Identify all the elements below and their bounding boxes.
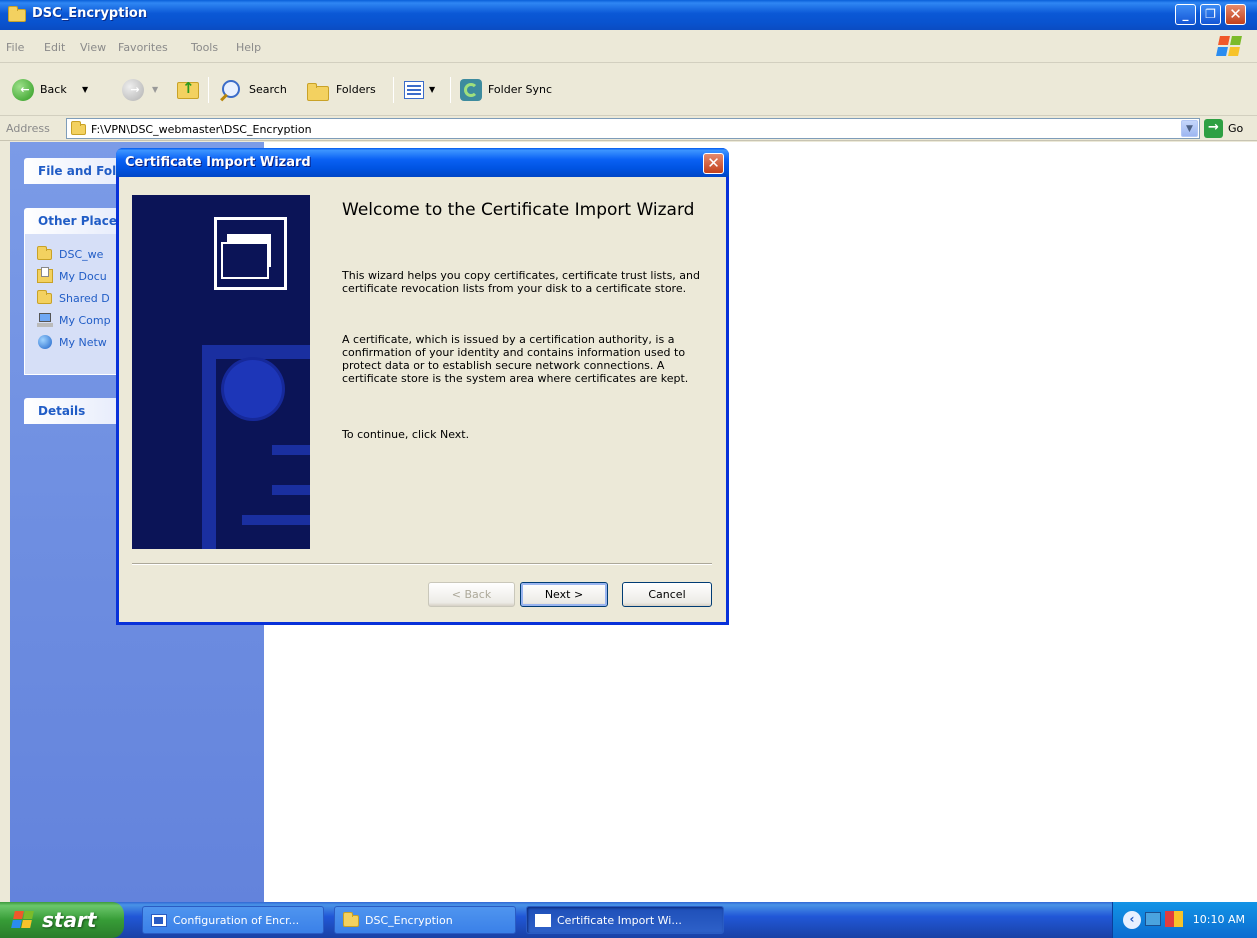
toolbar-separator <box>393 77 394 103</box>
windows-logo-icon <box>1216 34 1243 58</box>
folder-sync-button[interactable]: Folder Sync <box>458 77 568 103</box>
folder-icon <box>8 6 26 22</box>
wizard-continue-text: To continue, click Next. <box>342 428 470 441</box>
chevron-down-icon: ▼ <box>429 85 436 94</box>
search-label: Search <box>249 83 287 96</box>
dialog-close-button[interactable]: ✕ <box>703 153 724 174</box>
search-button[interactable]: Search <box>218 77 296 103</box>
certificate-icon <box>214 217 287 290</box>
toolbar-separator <box>208 77 209 103</box>
address-label: Address <box>6 122 50 135</box>
network-icon[interactable] <box>1145 912 1161 926</box>
wizard-intro-text: This wizard helps you copy certificates,… <box>342 269 700 295</box>
dialog-title-bar[interactable]: Certificate Import Wizard ✕ <box>116 148 729 177</box>
menu-edit[interactable]: Edit <box>44 41 65 54</box>
show-hidden-icons-button[interactable]: ‹ <box>1123 911 1141 929</box>
folder-icon <box>37 290 52 304</box>
taskbar-item-dsc-encryption[interactable]: DSC_Encryption <box>334 906 516 934</box>
my-computer-icon <box>37 313 53 327</box>
my-documents-icon <box>37 267 53 283</box>
back-button[interactable]: < Back <box>428 582 515 607</box>
folders-label: Folders <box>336 83 376 96</box>
toolbar: ← Back ▼ → ▼ ↑ Search Folders ▼ Folder S… <box>0 63 1257 116</box>
go-arrow-icon: → <box>1204 119 1223 138</box>
folder-sync-icon <box>460 79 482 101</box>
dialog-title: Certificate Import Wizard <box>125 155 311 170</box>
chevron-down-icon: ▼ <box>152 85 159 94</box>
next-button[interactable]: Next > <box>520 582 608 607</box>
start-button[interactable]: start <box>0 902 124 938</box>
seal-icon <box>224 360 282 418</box>
file-folder-tasks-title: File and Fol <box>38 164 117 178</box>
address-bar: Address F:\VPN\DSC_webmaster\DSC_Encrypt… <box>0 116 1257 141</box>
dialog-separator <box>132 563 712 565</box>
system-tray: ‹ 10:10 AM <box>1112 902 1257 938</box>
address-value: F:\VPN\DSC_webmaster\DSC_Encryption <box>91 123 312 136</box>
restore-button[interactable]: ❐ <box>1200 4 1221 25</box>
taskbar-item-configuration[interactable]: Configuration of Encr... <box>142 906 324 934</box>
wizard-banner-image <box>132 195 310 549</box>
views-icon <box>404 81 424 99</box>
other-places-title: Other Place <box>38 214 117 228</box>
certificate-import-wizard-dialog: Certificate Import Wizard ✕ Welcome to t… <box>116 148 729 625</box>
menu-bar: File Edit View Favorites Tools Help <box>0 30 1257 63</box>
menu-help[interactable]: Help <box>236 41 261 54</box>
cancel-button[interactable]: Cancel <box>622 582 712 607</box>
clock[interactable]: 10:10 AM <box>1193 913 1245 926</box>
start-label: start <box>42 908 97 932</box>
forward-button[interactable]: → ▼ <box>120 77 166 103</box>
go-label: Go <box>1228 122 1244 135</box>
windows-flag-icon <box>11 911 34 929</box>
menu-favorites[interactable]: Favorites <box>118 41 168 54</box>
window-title-bar[interactable]: DSC_Encryption _ ❐ ✕ <box>0 0 1257 30</box>
taskbar-item-certificate-import-wizard[interactable]: Certificate Import Wi... <box>526 906 724 934</box>
back-button[interactable]: ← Back ▼ <box>8 77 100 103</box>
address-dropdown-button[interactable]: ▼ <box>1181 120 1198 137</box>
folder-icon <box>37 246 52 260</box>
minimize-button[interactable]: _ <box>1175 4 1196 25</box>
address-input[interactable]: F:\VPN\DSC_webmaster\DSC_Encryption ▼ <box>66 118 1200 139</box>
folder-icon <box>343 912 359 927</box>
menu-view[interactable]: View <box>80 41 106 54</box>
wizard-heading: Welcome to the Certificate Import Wizard <box>342 200 695 220</box>
folders-icon <box>307 83 329 101</box>
folder-icon <box>71 121 86 135</box>
taskbar: start Configuration of Encr... DSC_Encry… <box>0 902 1257 938</box>
menu-file[interactable]: File <box>6 41 24 54</box>
menu-tools[interactable]: Tools <box>191 41 218 54</box>
my-network-icon <box>37 335 53 349</box>
toolbar-separator <box>450 77 451 103</box>
details-title: Details <box>38 404 86 418</box>
chevron-down-icon: ▼ <box>82 85 89 94</box>
security-alert-icon[interactable] <box>1165 911 1183 927</box>
document-icon <box>151 914 167 927</box>
window-title: DSC_Encryption <box>32 6 148 21</box>
close-button[interactable]: ✕ <box>1225 4 1246 25</box>
back-label: Back <box>40 83 67 96</box>
wizard-description-text: A certificate, which is issued by a cert… <box>342 333 689 385</box>
window-icon <box>535 914 551 927</box>
folders-button[interactable]: Folders <box>305 77 385 103</box>
dialog-body: Welcome to the Certificate Import Wizard… <box>119 177 726 622</box>
up-folder-button[interactable]: ↑ <box>175 77 203 103</box>
folder-sync-label: Folder Sync <box>488 83 553 96</box>
views-button[interactable]: ▼ <box>402 77 444 103</box>
